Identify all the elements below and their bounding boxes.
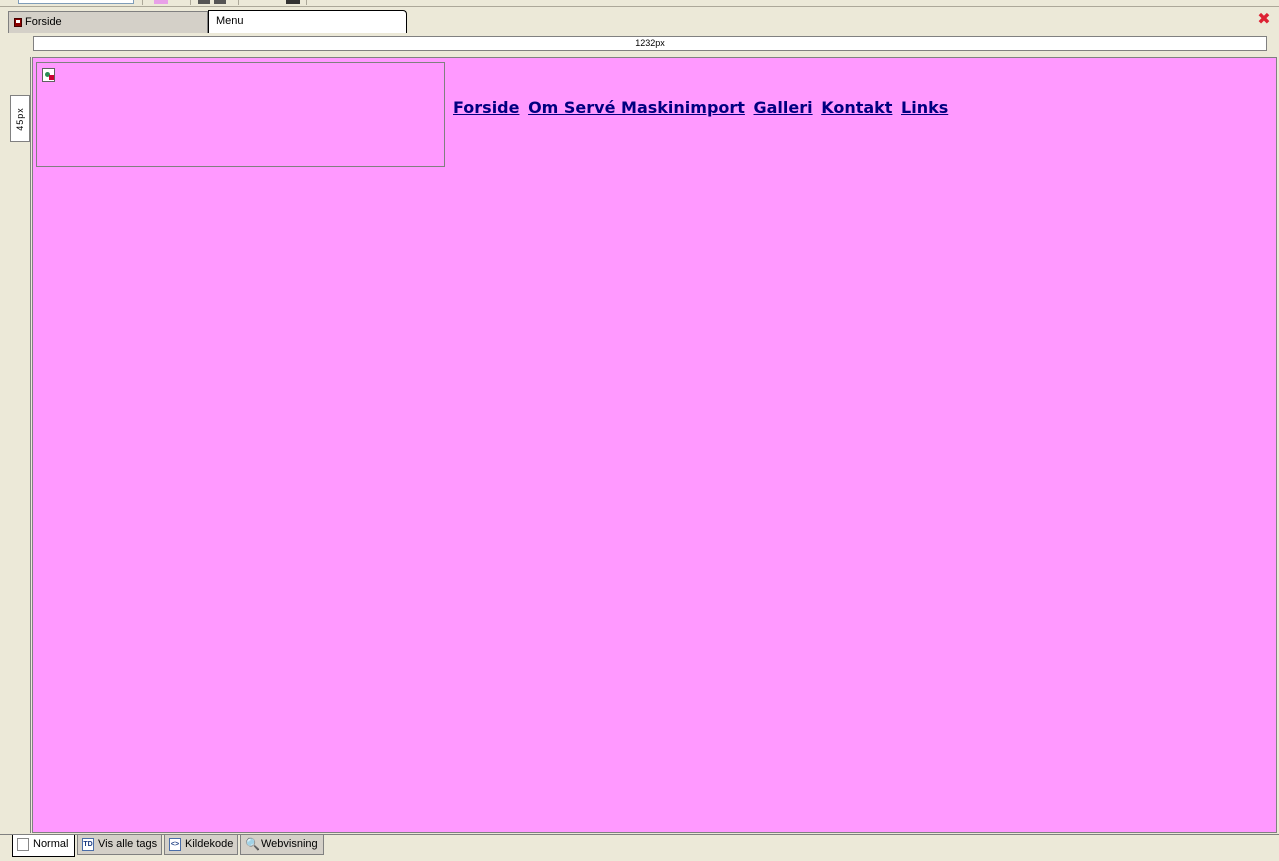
document-tabs: Forside Menu ✖: [0, 8, 1279, 34]
view-tab-label: Normal: [33, 838, 69, 850]
toolbar-separator: [190, 0, 191, 5]
editor-window: Forside Menu ✖ 1232px 45px Forside Om Se…: [0, 0, 1279, 861]
toolbar-separator: [306, 0, 307, 5]
align-icon[interactable]: [214, 0, 226, 4]
nav-link-galleri[interactable]: Galleri: [754, 98, 813, 117]
tab-label: Forside: [25, 16, 62, 28]
nav-link-links[interactable]: Links: [901, 98, 948, 117]
nav-link-om-serve[interactable]: Om Servé Maskinimport: [528, 98, 745, 117]
width-ruler: 1232px: [33, 36, 1267, 51]
source-code-icon: <>: [169, 838, 181, 851]
view-tab-label: Kildekode: [185, 838, 234, 850]
view-tabs: Normal TD Vis alle tags <> Kildekode 🔍 W…: [0, 834, 1279, 861]
nav-link-kontakt[interactable]: Kontakt: [821, 98, 892, 117]
page-icon: [14, 18, 22, 27]
width-label: 1232px: [635, 38, 665, 48]
design-canvas[interactable]: Forside Om Servé Maskinimport Galleri Ko…: [32, 57, 1277, 833]
tab-label: Menu: [216, 15, 244, 27]
view-tab-label: Webvisning: [261, 838, 318, 850]
magnifier-icon: 🔍: [245, 837, 260, 851]
tab-normal[interactable]: Normal: [12, 835, 75, 857]
font-combo[interactable]: [18, 0, 134, 4]
close-icon[interactable]: ✖: [1257, 12, 1271, 28]
height-label: 45px: [15, 106, 25, 131]
color-icon[interactable]: [154, 0, 168, 4]
tab-webvisning[interactable]: 🔍 Webvisning: [240, 835, 324, 855]
toolbar-separator: [238, 0, 239, 5]
tag-icon: TD: [82, 838, 94, 851]
height-ruler: 45px: [10, 95, 30, 142]
view-tab-label: Vis alle tags: [98, 838, 158, 850]
gutter-divider: [30, 57, 31, 833]
tab-vis-alle-tags[interactable]: TD Vis alle tags: [77, 835, 162, 855]
tab-forside[interactable]: Forside: [8, 11, 208, 33]
nav-menu: Forside Om Servé Maskinimport Galleri Ko…: [453, 98, 951, 117]
logo-image-placeholder[interactable]: [36, 62, 445, 167]
tab-kildekode[interactable]: <> Kildekode: [164, 835, 238, 855]
align-icon[interactable]: [198, 0, 210, 4]
broken-image-icon: [42, 68, 55, 82]
nav-link-forside[interactable]: Forside: [453, 98, 519, 117]
table-icon[interactable]: [286, 0, 300, 4]
toolbar-separator: [142, 0, 143, 5]
tab-menu[interactable]: Menu: [208, 10, 407, 33]
page-icon: [17, 838, 29, 851]
toolbar-strip: [0, 0, 1279, 7]
